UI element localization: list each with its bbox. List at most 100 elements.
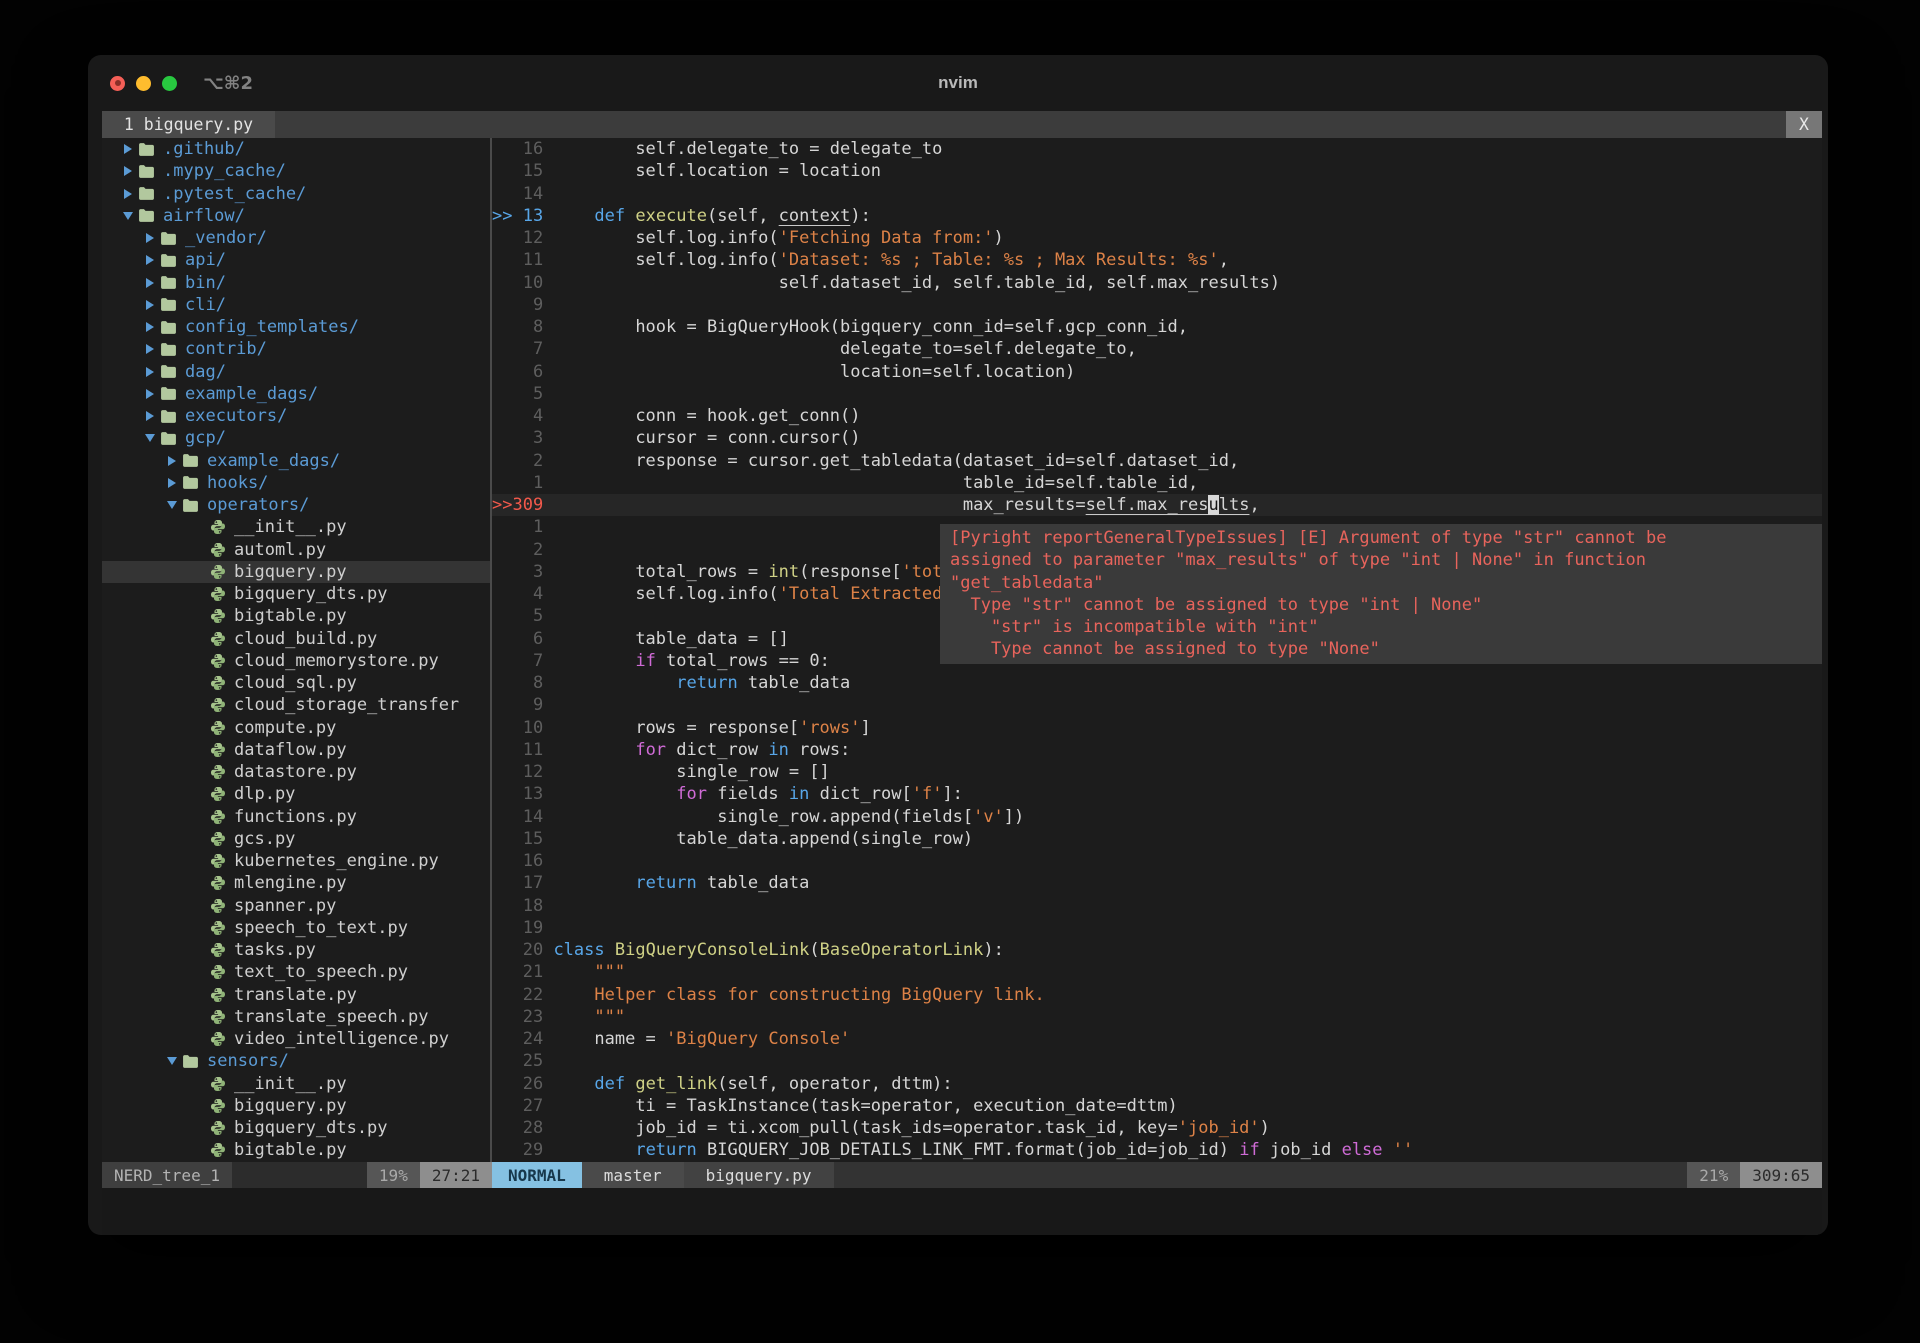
tree-item-cloud_build.py[interactable]: cloud_build.py [102,628,490,650]
tree-item-mlengine.py[interactable]: mlengine.py [102,872,490,894]
tree-item-sensors[interactable]: sensors/ [102,1050,490,1072]
code-line[interactable]: 19 [492,917,1822,939]
code-line[interactable]: 7 delegate_to=self.delegate_to, [492,338,1822,360]
chevron-right-icon[interactable] [140,411,160,421]
chevron-right-icon[interactable] [140,278,160,288]
chevron-right-icon[interactable] [140,233,160,243]
code-line[interactable]: 11 for dict_row in rows: [492,739,1822,761]
code-line[interactable]: 4 conn = hook.get_conn() [492,405,1822,427]
tree-item-operators[interactable]: operators/ [102,494,490,516]
code-line[interactable]: 8 return table_data [492,672,1822,694]
chevron-down-icon[interactable] [162,501,182,509]
code-line[interactable]: 22 Helper class for constructing BigQuer… [492,984,1822,1006]
code-line[interactable]: 25 [492,1050,1822,1072]
code-line[interactable]: 18 [492,895,1822,917]
tree-item-.github[interactable]: .github/ [102,138,490,160]
tree-item-gcs.py[interactable]: gcs.py [102,828,490,850]
tree-item-bigtable.py[interactable]: bigtable.py [102,1139,490,1161]
code-line[interactable]: 6 location=self.location) [492,361,1822,383]
minimize-window-button[interactable] [136,76,151,91]
tree-item-functions.py[interactable]: functions.py [102,806,490,828]
tree-item-bigquery.py[interactable]: bigquery.py [102,561,490,583]
chevron-right-icon[interactable] [140,389,160,399]
tree-item-automl.py[interactable]: automl.py [102,539,490,561]
code-line[interactable]: 12 self.log.info('Fetching Data from:') [492,227,1822,249]
tree-item-bigquery.py[interactable]: bigquery.py [102,1095,490,1117]
tree-item-text_to_speech.py[interactable]: text_to_speech.py [102,961,490,983]
tree-item-dlp.py[interactable]: dlp.py [102,783,490,805]
code-line[interactable]: 20 class BigQueryConsoleLink(BaseOperato… [492,939,1822,961]
code-line[interactable]: >> 13 def execute(self, context): [492,205,1822,227]
chevron-down-icon[interactable] [118,212,138,220]
tree-item-cloud_memorystore.py[interactable]: cloud_memorystore.py [102,650,490,672]
code-line[interactable]: 27 ti = TaskInstance(task=operator, exec… [492,1095,1822,1117]
code-line[interactable]: 16 [492,850,1822,872]
code-line[interactable]: 12 single_row = [] [492,761,1822,783]
tree-item-.pytest_cache[interactable]: .pytest_cache/ [102,183,490,205]
tree-item-translate.py[interactable]: translate.py [102,984,490,1006]
code-line[interactable]: 2 response = cursor.get_tabledata(datase… [492,450,1822,472]
code-line[interactable]: 14 single_row.append(fields['v']) [492,806,1822,828]
tree-item-contrib[interactable]: contrib/ [102,338,490,360]
chevron-right-icon[interactable] [162,456,182,466]
code-line[interactable]: 16 self.delegate_to = delegate_to [492,138,1822,160]
tree-item-example_dags[interactable]: example_dags/ [102,383,490,405]
tree-item-compute.py[interactable]: compute.py [102,717,490,739]
code-line[interactable]: 29 return BIGQUERY_JOB_DETAILS_LINK_FMT.… [492,1139,1822,1161]
tree-item-__init__.py[interactable]: __init__.py [102,1073,490,1095]
code-line[interactable]: 1 table_id=self.table_id, [492,472,1822,494]
tree-item-_vendor[interactable]: _vendor/ [102,227,490,249]
tree-item-translate_speech.py[interactable]: translate_speech.py [102,1006,490,1028]
tree-item-api[interactable]: api/ [102,249,490,271]
tree-item-dag[interactable]: dag/ [102,361,490,383]
chevron-right-icon[interactable] [118,189,138,199]
tree-item-bigquery_dts.py[interactable]: bigquery_dts.py [102,1117,490,1139]
tree-item-__init__.py[interactable]: __init__.py [102,516,490,538]
chevron-right-icon[interactable] [118,144,138,154]
tab-bigquery[interactable]: 1 bigquery.py [102,111,275,138]
code-line[interactable]: 24 name = 'BigQuery Console' [492,1028,1822,1050]
tree-item-hooks[interactable]: hooks/ [102,472,490,494]
tree-item-cloud_sql.py[interactable]: cloud_sql.py [102,672,490,694]
tree-item-speech_to_text.py[interactable]: speech_to_text.py [102,917,490,939]
zoom-window-button[interactable] [162,76,177,91]
tree-item-bin[interactable]: bin/ [102,272,490,294]
tree-item-.mypy_cache[interactable]: .mypy_cache/ [102,160,490,182]
code-line[interactable]: 15 table_data.append(single_row) [492,828,1822,850]
tree-item-video_intelligence.py[interactable]: video_intelligence.py [102,1028,490,1050]
code-line[interactable]: 21 """ [492,961,1822,983]
code-line[interactable]: 9 [492,694,1822,716]
chevron-down-icon[interactable] [162,1057,182,1065]
code-line[interactable]: 17 return table_data [492,872,1822,894]
code-line[interactable]: 11 self.log.info('Dataset: %s ; Table: %… [492,249,1822,271]
tree-item-airflow[interactable]: airflow/ [102,205,490,227]
code-line[interactable]: 5 [492,383,1822,405]
close-window-button[interactable] [110,76,125,91]
code-line[interactable]: 13 for fields in dict_row['f']: [492,783,1822,805]
chevron-right-icon[interactable] [140,255,160,265]
chevron-right-icon[interactable] [140,367,160,377]
code-line[interactable]: 10 self.dataset_id, self.table_id, self.… [492,272,1822,294]
chevron-right-icon[interactable] [140,322,160,332]
chevron-down-icon[interactable] [140,434,160,442]
chevron-right-icon[interactable] [140,300,160,310]
code-editor[interactable]: 16 self.delegate_to = delegate_to 15 sel… [492,138,1822,1162]
chevron-right-icon[interactable] [140,344,160,354]
tree-item-example_dags[interactable]: example_dags/ [102,450,490,472]
tree-item-dataflow.py[interactable]: dataflow.py [102,739,490,761]
tree-item-config_templates[interactable]: config_templates/ [102,316,490,338]
code-line[interactable]: 14 [492,183,1822,205]
tree-item-datastore.py[interactable]: datastore.py [102,761,490,783]
tab-close-button[interactable]: X [1786,111,1822,138]
code-line[interactable]: 26 def get_link(self, operator, dttm): [492,1073,1822,1095]
tree-item-spanner.py[interactable]: spanner.py [102,895,490,917]
tree-item-kubernetes_engine.py[interactable]: kubernetes_engine.py [102,850,490,872]
code-line[interactable]: 23 """ [492,1006,1822,1028]
tree-item-cloud_storage_transfer[interactable]: cloud_storage_transfer [102,694,490,716]
chevron-right-icon[interactable] [162,478,182,488]
chevron-right-icon[interactable] [118,166,138,176]
code-line[interactable]: 3 cursor = conn.cursor() [492,427,1822,449]
code-line[interactable]: 9 [492,294,1822,316]
tree-item-bigquery_dts.py[interactable]: bigquery_dts.py [102,583,490,605]
code-line[interactable]: 15 self.location = location [492,160,1822,182]
